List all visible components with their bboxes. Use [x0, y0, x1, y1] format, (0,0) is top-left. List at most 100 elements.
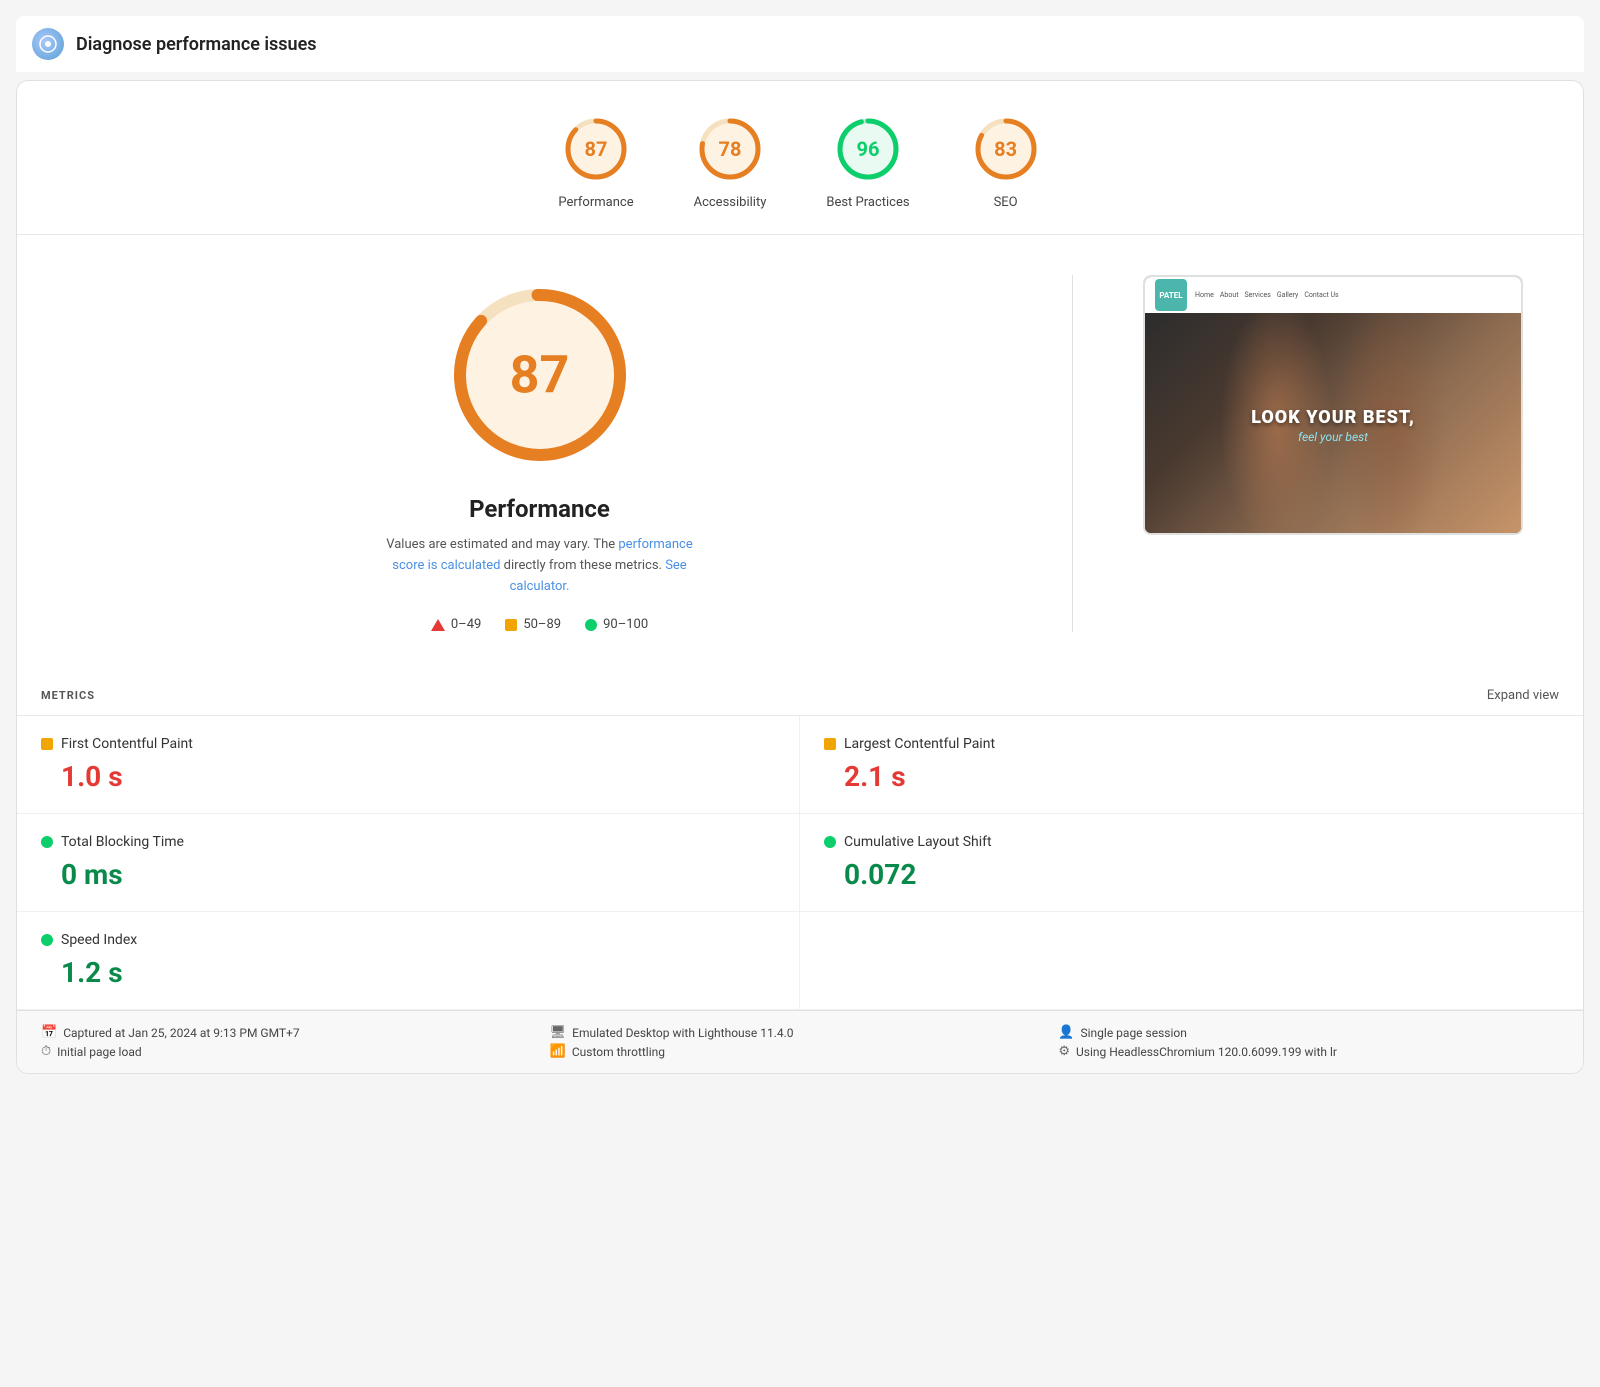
- footer-chromium-text: Using HeadlessChromium 120.0.6099.199 wi…: [1076, 1045, 1337, 1059]
- score-label-accessibility: Accessibility: [694, 195, 767, 210]
- performance-detail: 87 Performance Values are estimated and …: [77, 275, 1002, 632]
- square-icon: [505, 619, 517, 631]
- metric-lcp: Largest Contentful Paint 2.1 s: [800, 716, 1583, 814]
- content-area: 87 Performance Values are estimated and …: [17, 235, 1583, 672]
- user-icon: 👤: [1058, 1025, 1074, 1040]
- metric-tbt-label: Total Blocking Time: [61, 834, 184, 850]
- preview-hero: LOOK YOUR BEST, feel your best: [1145, 313, 1521, 535]
- fcp-status-dot: [41, 738, 53, 750]
- footer-load-text: Initial page load: [57, 1045, 141, 1059]
- metric-tbt-name-row: Total Blocking Time: [41, 834, 775, 850]
- lcp-status-dot: [824, 738, 836, 750]
- footer-session-text: Single page session: [1081, 1026, 1187, 1040]
- vertical-divider: [1072, 275, 1073, 632]
- score-row: 87 Performance 78 Accessibility: [17, 81, 1583, 235]
- metric-lcp-value: 2.1 s: [844, 760, 1559, 793]
- score-label-seo: SEO: [994, 195, 1018, 210]
- metric-cls-name-row: Cumulative Layout Shift: [824, 834, 1559, 850]
- preview-text: LOOK YOUR BEST, feel your best: [1251, 407, 1415, 444]
- circle-icon: [585, 619, 597, 631]
- tbt-status-dot: [41, 836, 53, 848]
- site-preview-container: PATEL Home About Services Gallery Contac…: [1143, 275, 1523, 535]
- footer-capture-info: 📅 Captured at Jan 25, 2024 at 9:13 PM GM…: [41, 1025, 542, 1059]
- app-icon: [32, 28, 64, 60]
- legend-poor: 0–49: [431, 617, 481, 632]
- desc-link1[interactable]: performance score is calculated: [392, 537, 692, 573]
- metric-cls-value: 0.072: [844, 858, 1559, 891]
- triangle-icon: [431, 619, 445, 631]
- wifi-icon: 📶: [550, 1044, 566, 1059]
- score-value-seo: 83: [994, 137, 1017, 161]
- score-value-performance: 87: [585, 137, 608, 161]
- footer-chromium: ⚙ Using HeadlessChromium 120.0.6099.199 …: [1058, 1044, 1559, 1059]
- metric-tbt-value: 0 ms: [61, 858, 775, 891]
- footer-emulated-text: Emulated Desktop with Lighthouse 11.4.0: [572, 1026, 793, 1040]
- metric-tbt: Total Blocking Time 0 ms: [17, 814, 800, 912]
- metrics-grid: First Contentful Paint 1.0 s Largest Con…: [17, 715, 1583, 1010]
- score-circle-accessibility: 78: [694, 113, 766, 185]
- footer-bar: 📅 Captured at Jan 25, 2024 at 9:13 PM GM…: [17, 1010, 1583, 1073]
- footer-load-type: ⏱ Initial page load: [41, 1044, 542, 1059]
- metric-fcp-label: First Contentful Paint: [61, 736, 193, 752]
- metrics-header: METRICS Expand view: [17, 672, 1583, 715]
- preview-headline: LOOK YOUR BEST,: [1251, 407, 1415, 428]
- metric-empty: [800, 912, 1583, 1010]
- desktop-icon: 🖥: [550, 1025, 567, 1040]
- metric-fcp: First Contentful Paint 1.0 s: [17, 716, 800, 814]
- footer-session-info: 👤 Single page session ⚙ Using HeadlessCh…: [1058, 1025, 1559, 1059]
- metric-si-value: 1.2 s: [61, 956, 775, 989]
- page-title: Diagnose performance issues: [76, 34, 317, 55]
- calendar-icon: 📅: [41, 1025, 57, 1040]
- preview-nav: Home About Services Gallery Contact Us: [1195, 291, 1339, 299]
- footer-throttling: 📶 Custom throttling: [550, 1044, 1051, 1059]
- metric-si-label: Speed Index: [61, 932, 137, 948]
- metric-lcp-label: Largest Contentful Paint: [844, 736, 995, 752]
- footer-emulated: 🖥 Emulated Desktop with Lighthouse 11.4.…: [550, 1025, 1051, 1040]
- metric-cls-label: Cumulative Layout Shift: [844, 834, 992, 850]
- app-header: Diagnose performance issues: [16, 16, 1584, 72]
- legend-row: 0–49 50–89 90–100: [431, 617, 648, 632]
- score-item-seo: 83 SEO: [970, 113, 1042, 210]
- legend-good: 90–100: [585, 617, 648, 632]
- big-score-label: Performance: [469, 495, 610, 523]
- site-preview: PATEL Home About Services Gallery Contac…: [1143, 275, 1523, 535]
- footer-captured-text: Captured at Jan 25, 2024 at 9:13 PM GMT+…: [63, 1026, 299, 1040]
- si-status-dot: [41, 934, 53, 946]
- score-value-best-practices: 96: [856, 137, 879, 161]
- score-circle-performance: 87: [560, 113, 632, 185]
- metric-lcp-name-row: Largest Contentful Paint: [824, 736, 1559, 752]
- score-circle-seo: 83: [970, 113, 1042, 185]
- score-label-best-practices: Best Practices: [826, 195, 909, 210]
- legend-average-label: 50–89: [523, 617, 561, 632]
- score-circle-best-practices: 96: [832, 113, 904, 185]
- desc-link2[interactable]: See calculator.: [510, 558, 687, 594]
- legend-poor-label: 0–49: [451, 617, 481, 632]
- performance-description: Values are estimated and may vary. The p…: [370, 535, 710, 597]
- metric-fcp-name-row: First Contentful Paint: [41, 736, 775, 752]
- metric-si-name-row: Speed Index: [41, 932, 775, 948]
- cls-status-dot: [824, 836, 836, 848]
- score-label-performance: Performance: [558, 195, 633, 210]
- score-value-accessibility: 78: [718, 137, 741, 161]
- footer-captured: 📅 Captured at Jan 25, 2024 at 9:13 PM GM…: [41, 1025, 542, 1040]
- score-item-accessibility: 78 Accessibility: [694, 113, 767, 210]
- metric-cls: Cumulative Layout Shift 0.072: [800, 814, 1583, 912]
- metric-si: Speed Index 1.2 s: [17, 912, 800, 1010]
- chrome-icon: ⚙: [1058, 1044, 1070, 1059]
- main-card: 87 Performance 78 Accessibility: [16, 80, 1584, 1074]
- footer-session: 👤 Single page session: [1058, 1025, 1559, 1040]
- expand-view-button[interactable]: Expand view: [1487, 688, 1559, 703]
- metric-fcp-value: 1.0 s: [61, 760, 775, 793]
- footer-throttling-text: Custom throttling: [572, 1045, 665, 1059]
- score-item-performance: 87 Performance: [558, 113, 633, 210]
- legend-good-label: 90–100: [603, 617, 648, 632]
- metrics-section-label: METRICS: [41, 689, 95, 702]
- legend-average: 50–89: [505, 617, 561, 632]
- footer-env-info: 🖥 Emulated Desktop with Lighthouse 11.4.…: [550, 1025, 1051, 1059]
- timer-icon: ⏱: [41, 1044, 51, 1059]
- score-item-best-practices: 96 Best Practices: [826, 113, 909, 210]
- preview-logo: PATEL: [1155, 279, 1187, 311]
- big-score-value: 87: [510, 345, 570, 406]
- preview-subline: feel your best: [1251, 430, 1415, 444]
- big-gauge: 87: [440, 275, 640, 475]
